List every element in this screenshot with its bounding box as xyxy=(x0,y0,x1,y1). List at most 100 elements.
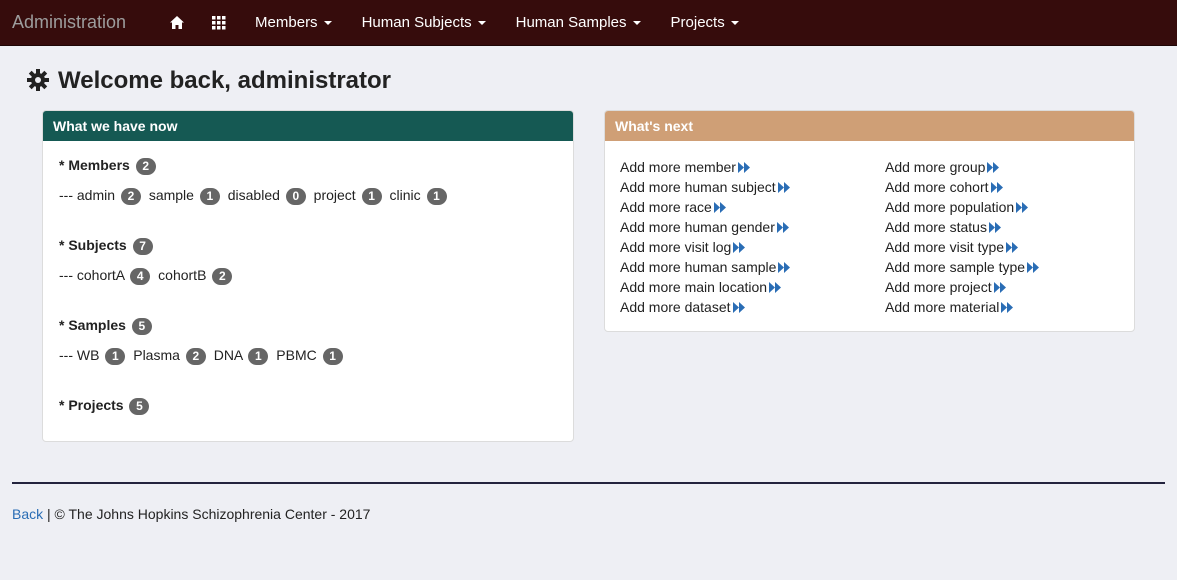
menu-human-subjects-label: Human Subjects xyxy=(361,14,472,31)
sample-wb: WB 1 xyxy=(76,346,126,365)
add-more-link-label: Add more status xyxy=(885,219,987,235)
subjects-section: * Subjects 7 --- cohortA 4 cohortB 2 xyxy=(59,237,236,285)
members-prefix: --- xyxy=(59,186,73,203)
sample-pbmc: PBMC 1 xyxy=(276,346,343,365)
chevron-down-icon xyxy=(323,20,332,25)
member-group-clinic: clinic 1 xyxy=(389,186,447,205)
sample-plasma: Plasma 2 xyxy=(133,346,206,365)
member-group-sample: sample 1 xyxy=(148,186,220,205)
copyright-text: | © The Johns Hopkins Schizophrenia Cent… xyxy=(47,506,371,522)
add-more-link[interactable]: Add more race xyxy=(620,197,885,217)
add-more-link[interactable]: Add more sample type xyxy=(885,257,1135,277)
add-more-link[interactable]: Add more material xyxy=(885,297,1135,317)
menu-human-samples[interactable]: Human Samples xyxy=(501,0,656,46)
double-arrow-right-icon xyxy=(732,298,746,318)
add-more-link-label: Add more main location xyxy=(620,279,768,295)
add-more-link[interactable]: Add more cohort xyxy=(885,177,1135,197)
cohort-label: cohortB xyxy=(158,266,207,283)
double-arrow-right-icon xyxy=(988,218,1002,238)
back-link[interactable]: Back xyxy=(12,506,43,522)
add-more-link[interactable]: Add more visit log xyxy=(620,237,885,257)
gear-icon xyxy=(26,68,50,95)
add-more-link[interactable]: Add more main location xyxy=(620,277,885,297)
subjects-prefix: --- xyxy=(59,266,73,283)
brand-link[interactable]: Administration xyxy=(0,12,156,33)
projects-count-badge: 5 xyxy=(129,397,150,415)
double-arrow-right-icon xyxy=(776,218,790,238)
count-badge: 0 xyxy=(285,187,306,205)
member-group-admin: admin 2 xyxy=(77,187,141,205)
add-more-link[interactable]: Add more dataset xyxy=(620,297,885,317)
member-group-label: disabled xyxy=(227,186,280,203)
home-icon[interactable] xyxy=(156,0,198,46)
add-more-link[interactable]: Add more human sample xyxy=(620,257,885,277)
add-more-link-label: Add more material xyxy=(885,299,1000,315)
menu-members[interactable]: Members xyxy=(240,0,347,46)
sample-label: WB xyxy=(76,346,100,363)
sample-label: DNA xyxy=(213,346,243,363)
cohort-b: cohortB 2 xyxy=(158,266,233,285)
add-more-link[interactable]: Add more group xyxy=(885,157,1135,177)
count-badge: 2 xyxy=(120,187,141,205)
footer-divider xyxy=(12,482,1165,484)
add-more-link[interactable]: Add more status xyxy=(885,217,1135,237)
add-more-link[interactable]: Add more human gender xyxy=(620,217,885,237)
count-badge: 2 xyxy=(212,267,233,285)
subjects-title: * Subjects xyxy=(59,237,127,253)
members-count-badge: 2 xyxy=(135,157,156,175)
projects-title: * Projects xyxy=(59,397,124,413)
samples-title: * Samples xyxy=(59,317,126,333)
menu-human-subjects[interactable]: Human Subjects xyxy=(347,0,501,46)
double-arrow-right-icon xyxy=(1016,198,1029,218)
add-more-link[interactable]: Add more project xyxy=(885,277,1135,297)
add-more-link[interactable]: Add more human subject xyxy=(620,177,885,197)
member-group-disabled: disabled 0 xyxy=(227,186,306,205)
double-arrow-right-icon xyxy=(1006,238,1019,258)
page-header: Welcome back, administrator xyxy=(26,66,1177,96)
samples-count-badge: 5 xyxy=(131,317,152,335)
member-group-project: project 1 xyxy=(314,187,382,205)
sample-label: Plasma xyxy=(133,346,180,363)
add-more-link-label: Add more cohort xyxy=(885,179,989,195)
members-section: * Members 2 --- admin 2 sample 1 disable… xyxy=(59,157,451,205)
count-badge: 1 xyxy=(426,187,447,205)
summary-panel-heading: What we have now xyxy=(43,111,573,141)
add-more-links: Add more member Add more group Add more hu… xyxy=(620,157,1135,317)
member-group-label: sample xyxy=(148,186,194,203)
footer: Back | © The Johns Hopkins Schizophrenia… xyxy=(12,506,370,522)
add-more-link-label: Add more sample type xyxy=(885,259,1026,275)
add-more-link-label: Add more human sample xyxy=(620,259,777,275)
count-badge: 1 xyxy=(248,347,269,365)
samples-section: * Samples 5 --- WB 1 Plasma 2 DNA 1 PBMC… xyxy=(59,317,347,365)
double-arrow-right-icon xyxy=(777,178,791,198)
add-more-link[interactable]: Add more visit type xyxy=(885,237,1135,257)
samples-prefix: --- xyxy=(59,346,73,363)
add-more-link-label: Add more population xyxy=(885,199,1015,215)
cohort-label: cohortA xyxy=(76,266,125,283)
double-arrow-right-icon xyxy=(737,158,751,178)
double-arrow-right-icon xyxy=(1027,258,1040,278)
grid-icon[interactable] xyxy=(198,0,240,46)
add-more-link[interactable]: Add more population xyxy=(885,197,1135,217)
sample-dna: DNA 1 xyxy=(213,346,269,365)
double-arrow-right-icon xyxy=(713,198,727,218)
double-arrow-right-icon xyxy=(1001,298,1014,318)
sample-label: PBMC xyxy=(276,346,317,363)
add-more-link[interactable]: Add more member xyxy=(620,157,885,177)
double-arrow-right-icon xyxy=(990,178,1004,198)
menu-projects[interactable]: Projects xyxy=(656,0,754,46)
summary-panel: What we have now * Members 2 --- admin 2… xyxy=(42,110,574,442)
add-more-link-label: Add more group xyxy=(885,159,986,175)
menu-human-samples-label: Human Samples xyxy=(515,14,627,31)
double-arrow-right-icon xyxy=(733,238,746,258)
members-title: * Members xyxy=(59,157,130,173)
whats-next-panel-heading: What's next xyxy=(605,111,1134,141)
top-navbar: Administration Members Human Subjects Hu… xyxy=(0,0,1177,46)
whats-next-panel: What's next Add more member Add more grou… xyxy=(604,110,1135,332)
chevron-down-icon xyxy=(730,20,739,25)
menu-projects-label: Projects xyxy=(670,14,725,31)
page-title: Welcome back, administrator xyxy=(58,67,391,94)
subjects-count-badge: 7 xyxy=(132,237,153,255)
member-group-label: clinic xyxy=(389,186,421,203)
double-arrow-right-icon xyxy=(778,258,791,278)
